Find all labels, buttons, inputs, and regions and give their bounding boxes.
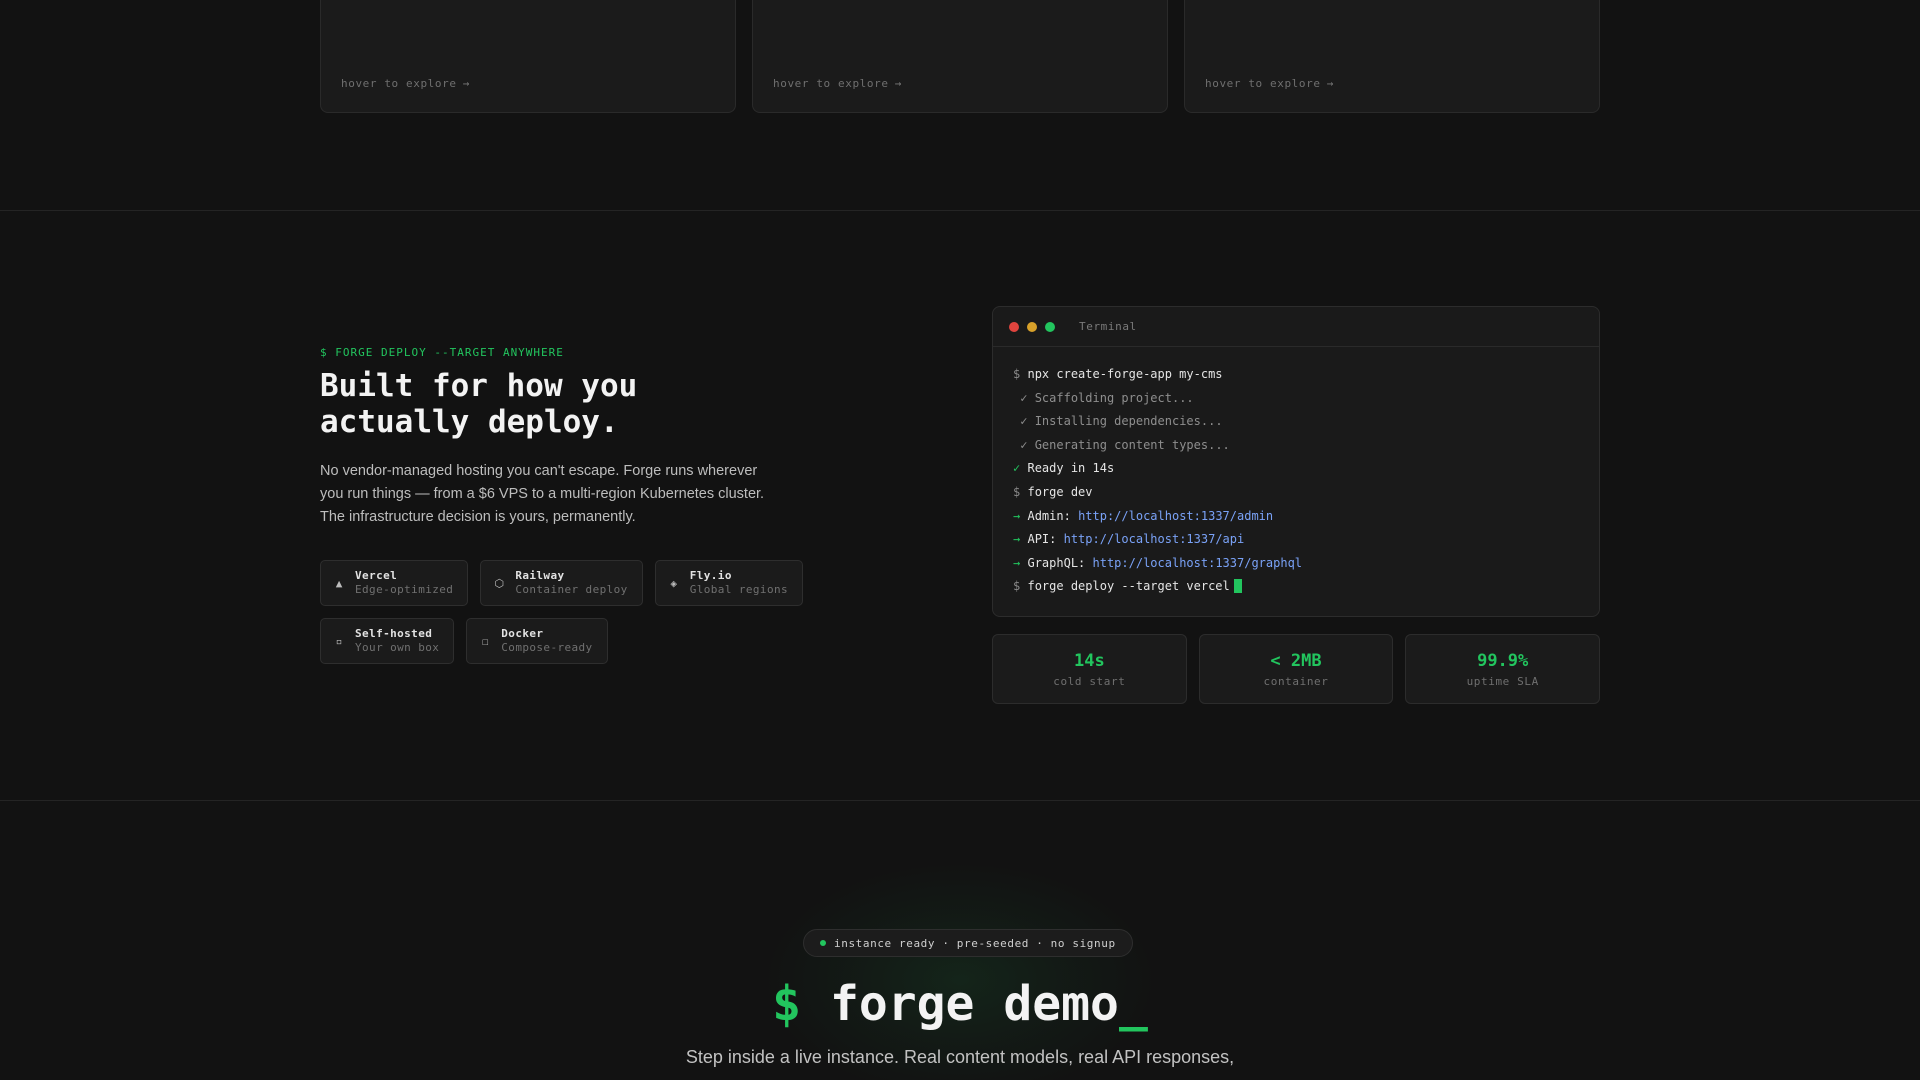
stats-row: 14s cold start < 2MB container 99.9% upt… [992,634,1601,704]
server-icon: ▫ [335,634,343,648]
terminal-line: → GraphQL: http://localhost:1337/graphql [1013,555,1303,570]
status-dot-icon [820,940,826,946]
terminal-line: ✓ Ready in 14s [1013,461,1115,476]
admin-url-link[interactable]: http://localhost:1337/admin [1078,509,1273,523]
maximize-dot-icon [1045,321,1055,332]
card-hint: hover to explore → [773,77,902,90]
stat-card: 99.9% uptime SLA [1405,634,1601,704]
section-description: No vendor-managed hosting you can't esca… [320,463,765,525]
terminal-window: Terminal $ npx create-forge-app my-cms ✓… [992,306,1600,617]
badge-text: instance ready · pre-seeded · no signup [834,936,1116,950]
terminal-title: Terminal [1079,320,1137,333]
stat-card: 14s cold start [992,634,1187,704]
target-name: Railway [515,569,565,582]
deploy-target-flyio[interactable]: ◈ Fly.io Global regions [654,560,804,606]
feature-card[interactable]: hover to explore → [320,0,736,113]
deploy-target-railway[interactable]: ⬡ Railway Container deploy [480,560,643,606]
section-headline: Built for how you actually deploy. [320,368,638,440]
stat-value: < 2MB [1270,650,1322,671]
terminal-line: ✓ Installing dependencies... [1020,414,1223,429]
feature-card[interactable]: hover to explore → [1184,0,1600,113]
card-hint: hover to explore → [1205,77,1334,90]
terminal-line: $ npx create-forge-app my-cms [1013,367,1223,381]
section-divider [0,800,1920,801]
stat-value: 99.9% [1477,650,1529,671]
demo-subtitle: Step inside a live instance. Real conten… [685,1047,1235,1067]
target-name: Vercel [355,569,398,582]
stat-label: container [1263,674,1329,688]
arrow-right-icon: → [1013,555,1021,570]
arrow-right-icon: → [1013,508,1021,523]
arrow-right-icon: → [462,77,470,90]
terminal-output: $ npx create-forge-app my-cms ✓ Scaffold… [993,347,1599,599]
deploy-targets: ▲ Vercel Edge-optimized ⬡ Railway Containe… [320,560,940,664]
graphql-url-link[interactable]: http://localhost:1337/graphql [1093,556,1303,570]
close-dot-icon [1009,321,1019,332]
minimize-dot-icon [1027,321,1037,332]
arrow-right-icon: → [1326,77,1334,90]
diamond-icon: ◈ [670,576,678,590]
target-subtitle: Your own box [355,641,440,654]
terminal-line: ✓ Generating content types... [1020,437,1230,452]
hexagon-icon: ⬡ [494,576,505,590]
section-divider [0,210,1920,211]
container-icon: ☐ [481,634,489,648]
stat-value: 14s [1073,650,1105,671]
terminal-line: → API: http://localhost:1337/api [1013,532,1245,547]
status-badge: instance ready · pre-seeded · no signup [803,929,1133,957]
card-hint: hover to explore → [341,77,470,90]
target-name: Fly.io [689,569,732,582]
target-subtitle: Container deploy [515,583,628,596]
feature-cards-row: hover to explore → hover to explore → hove… [320,0,1600,113]
target-subtitle: Compose-ready [501,641,593,654]
arrow-right-icon: → [1013,532,1021,547]
demo-title: $ forge demo_ [772,976,1148,1032]
title-cursor: _ [1118,976,1148,1032]
check-icon: ✓ [1013,461,1021,476]
deploy-target-self-hosted[interactable]: ▫ Self-hosted Your own box [320,618,455,664]
terminal-line: ✓ Scaffolding project... [1020,390,1194,405]
deploy-target-docker[interactable]: ☐ Docker Compose-ready [466,618,608,664]
stat-label: cold start [1053,674,1126,688]
terminal-titlebar: Terminal [993,307,1599,347]
terminal-line: $ forge deploy --target vercel [1013,575,1599,599]
section-eyebrow: $ FORGE DEPLOY --TARGET ANYWHERE [320,346,564,359]
feature-card[interactable]: hover to explore → [752,0,1168,113]
terminal-line: → Admin: http://localhost:1337/admin [1013,508,1274,523]
stat-label: uptime SLA [1466,674,1539,688]
api-url-link[interactable]: http://localhost:1337/api [1064,532,1245,546]
terminal-cursor [1233,579,1242,594]
stat-card: < 2MB container [1198,634,1394,704]
target-subtitle: Edge-optimized [355,583,454,596]
target-name: Docker [501,627,544,640]
arrow-right-icon: → [894,77,902,90]
terminal-line: $ forge dev [1013,484,1093,499]
deploy-target-vercel[interactable]: ▲ Vercel Edge-optimized [320,560,469,606]
target-subtitle: Global regions [689,583,789,596]
target-name: Self-hosted [355,627,433,640]
triangle-icon: ▲ [335,576,343,590]
